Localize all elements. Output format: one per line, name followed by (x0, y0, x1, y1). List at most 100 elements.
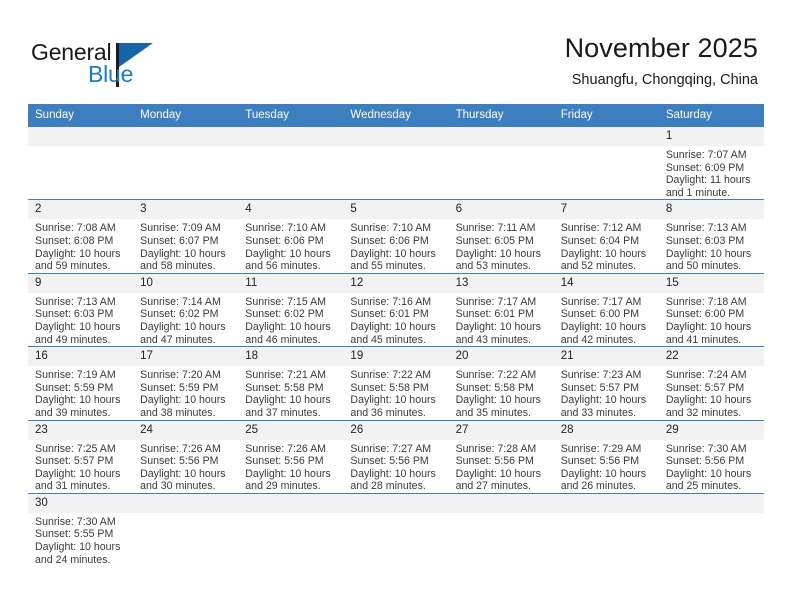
day-number: 1 (658, 127, 764, 146)
daylight-text: Daylight: 10 hours and 49 minutes. (35, 320, 121, 346)
calendar-week-row: 23 Sunrise: 7:25 AM Sunset: 5:57 PM Dayligh… (28, 420, 764, 494)
page-header: General Blue November 2025 Shuangfu, Cho… (0, 0, 792, 104)
calendar-day-cell[interactable]: 29 Sunrise: 7:30 AM Sunset: 5:56 PM Dayligh… (658, 420, 764, 494)
day-number: 22 (658, 347, 764, 367)
calendar-day-cell[interactable]: 3 Sunrise: 7:09 AM Sunset: 6:07 PM Daylight… (133, 199, 239, 274)
daylight-text: Daylight: 10 hours and 58 minutes. (140, 247, 226, 273)
calendar-day-cell[interactable]: 18 Sunrise: 7:21 AM Sunset: 5:58 PM Dayligh… (238, 346, 344, 421)
day-number: 17 (133, 347, 239, 367)
sunrise-text: Sunrise: 7:10 AM (350, 222, 432, 235)
day-details: Sunrise: 7:27 AM Sunset: 5:56 PM Daylight:… (343, 440, 448, 493)
calendar-week-row: 2 Sunrise: 7:08 AM Sunset: 6:08 PM Daylight… (28, 199, 764, 274)
day-number (553, 127, 659, 146)
sunrise-text: Sunrise: 7:30 AM (665, 442, 747, 455)
calendar-day-cell[interactable]: 15 Sunrise: 7:18 AM Sunset: 6:00 PM Dayligh… (658, 273, 764, 348)
calendar-week-row: 30 Sunrise: 7:30 AM Sunset: 5:55 PM Dayligh… (28, 493, 764, 567)
calendar-day-cell[interactable]: 5 Sunrise: 7:10 AM Sunset: 6:06 PM Daylight… (343, 199, 449, 274)
sunset-text: Sunset: 5:56 PM (665, 455, 745, 468)
sunset-text: Sunset: 6:03 PM (35, 308, 114, 321)
sunrise-text: Sunrise: 7:13 AM (35, 295, 116, 308)
calendar-day-cell[interactable]: 30 Sunrise: 7:30 AM Sunset: 5:55 PM Dayligh… (28, 493, 134, 567)
sunrise-text: Sunrise: 7:23 AM (560, 369, 642, 382)
sunset-text: Sunset: 5:58 PM (350, 381, 429, 394)
day-details: Sunrise: 7:24 AM Sunset: 5:57 PM Daylight:… (659, 366, 764, 419)
daylight-text: Daylight: 10 hours and 24 minutes. (35, 541, 121, 566)
sunset-text: Sunset: 6:04 PM (560, 234, 640, 247)
daylight-text: Daylight: 10 hours and 35 minutes. (455, 394, 541, 419)
daylight-text: Daylight: 10 hours and 39 minutes. (35, 394, 121, 419)
calendar-day-cell[interactable]: 10 Sunrise: 7:14 AM Sunset: 6:02 PM Dayligh… (133, 273, 239, 348)
sunset-text: Sunset: 5:55 PM (35, 528, 114, 541)
calendar-day-cell[interactable]: 16 Sunrise: 7:19 AM Sunset: 5:59 PM Dayligh… (28, 346, 134, 421)
calendar-cell-empty (553, 493, 659, 567)
sunrise-text: Sunrise: 7:14 AM (140, 295, 221, 308)
calendar-cell-empty (553, 127, 659, 201)
calendar-day-cell[interactable]: 22 Sunrise: 7:24 AM Sunset: 5:57 PM Dayligh… (658, 346, 764, 421)
calendar-day-cell[interactable]: 20 Sunrise: 7:22 AM Sunset: 5:58 PM Dayligh… (448, 346, 554, 421)
day-details: Sunrise: 7:11 AM Sunset: 6:05 PM Daylight:… (449, 219, 554, 272)
calendar-cell-empty (448, 493, 554, 567)
calendar-day-cell[interactable]: 4 Sunrise: 7:10 AM Sunset: 6:06 PM Daylight… (238, 199, 344, 274)
calendar-day-cell[interactable]: 19 Sunrise: 7:22 AM Sunset: 5:58 PM Dayligh… (343, 346, 449, 421)
day-details: Sunrise: 7:17 AM Sunset: 6:00 PM Daylight:… (554, 293, 659, 346)
generalblue-logo[interactable]: General Blue (31, 39, 201, 91)
calendar-cell-empty (133, 127, 239, 201)
calendar-day-cell[interactable]: 9 Sunrise: 7:13 AM Sunset: 6:03 PM Daylight… (28, 273, 134, 348)
daylight-text: Daylight: 10 hours and 29 minutes. (245, 467, 331, 493)
day-number: 19 (343, 347, 449, 367)
day-number: 16 (28, 347, 134, 367)
sunrise-text: Sunrise: 7:30 AM (35, 515, 116, 528)
day-number (448, 493, 554, 513)
sunrise-text: Sunrise: 7:11 AM (455, 222, 536, 235)
weekday-header-row: Sunday Monday Tuesday Wednesday Thursday… (28, 104, 764, 127)
sunset-text: Sunset: 6:00 PM (560, 308, 640, 321)
calendar-day-cell[interactable]: 11 Sunrise: 7:15 AM Sunset: 6:02 PM Dayligh… (238, 273, 344, 348)
day-details: Sunrise: 7:17 AM Sunset: 6:01 PM Daylight:… (449, 293, 554, 346)
day-details: Sunrise: 7:29 AM Sunset: 5:56 PM Daylight:… (554, 440, 659, 493)
calendar-day-cell[interactable]: 14 Sunrise: 7:17 AM Sunset: 6:00 PM Dayligh… (553, 273, 659, 348)
day-number (238, 493, 344, 513)
sunset-text: Sunset: 6:07 PM (140, 234, 219, 247)
calendar-day-cell[interactable]: 23 Sunrise: 7:25 AM Sunset: 5:57 PM Dayligh… (28, 420, 134, 494)
calendar-week-row: 1 Sunrise: 7:07 AM Sunset: 6:09 PM Daylight… (28, 127, 764, 201)
calendar-day-cell[interactable]: 6 Sunrise: 7:11 AM Sunset: 6:05 PM Daylight… (448, 199, 554, 274)
calendar-day-cell[interactable]: 12 Sunrise: 7:16 AM Sunset: 6:01 PM Dayligh… (343, 273, 449, 348)
weekday-header-friday: Friday (553, 104, 659, 127)
sunset-text: Sunset: 6:03 PM (665, 234, 745, 247)
calendar-day-cell[interactable]: 25 Sunrise: 7:26 AM Sunset: 5:56 PM Dayligh… (238, 420, 344, 494)
calendar-day-cell[interactable]: 1 Sunrise: 7:07 AM Sunset: 6:09 PM Daylight… (658, 127, 764, 201)
calendar-page: General Blue November 2025 Shuangfu, Cho… (0, 0, 792, 612)
calendar-day-cell[interactable]: 26 Sunrise: 7:27 AM Sunset: 5:56 PM Dayligh… (343, 420, 449, 494)
calendar-day-cell[interactable]: 21 Sunrise: 7:23 AM Sunset: 5:57 PM Dayligh… (553, 346, 659, 421)
sunset-text: Sunset: 5:56 PM (245, 455, 324, 468)
day-details: Sunrise: 7:18 AM Sunset: 6:00 PM Daylight:… (659, 293, 764, 346)
daylight-text: Daylight: 10 hours and 25 minutes. (665, 467, 752, 493)
sunrise-text: Sunrise: 7:18 AM (665, 295, 747, 308)
calendar-day-cell[interactable]: 8 Sunrise: 7:13 AM Sunset: 6:03 PM Daylight… (658, 199, 764, 274)
daylight-text: Daylight: 10 hours and 53 minutes. (455, 247, 541, 273)
day-details: Sunrise: 7:25 AM Sunset: 5:57 PM Daylight:… (28, 440, 133, 493)
sunset-text: Sunset: 5:56 PM (350, 455, 429, 468)
sunrise-text: Sunrise: 7:15 AM (245, 295, 326, 308)
day-number: 10 (133, 273, 239, 293)
weekday-header-tuesday: Tuesday (238, 104, 344, 127)
daylight-text: Daylight: 10 hours and 52 minutes. (560, 247, 647, 273)
calendar-day-cell[interactable]: 24 Sunrise: 7:26 AM Sunset: 5:56 PM Dayligh… (133, 420, 239, 494)
day-details: Sunrise: 7:12 AM Sunset: 6:04 PM Daylight:… (554, 219, 659, 272)
calendar-day-cell[interactable]: 2 Sunrise: 7:08 AM Sunset: 6:08 PM Daylight… (28, 199, 134, 274)
calendar-cell-empty (343, 127, 449, 201)
day-number (133, 493, 239, 513)
day-number: 24 (133, 420, 239, 440)
day-details: Sunrise: 7:26 AM Sunset: 5:56 PM Daylight:… (238, 440, 343, 493)
calendar-day-cell[interactable]: 7 Sunrise: 7:12 AM Sunset: 6:04 PM Daylight… (553, 199, 659, 274)
calendar-day-cell[interactable]: 28 Sunrise: 7:29 AM Sunset: 5:56 PM Dayligh… (553, 420, 659, 494)
daylight-text: Daylight: 10 hours and 42 minutes. (560, 320, 647, 346)
day-details: Sunrise: 7:22 AM Sunset: 5:58 PM Daylight:… (343, 366, 448, 419)
day-number: 23 (28, 420, 134, 440)
calendar-day-cell[interactable]: 27 Sunrise: 7:28 AM Sunset: 5:56 PM Dayligh… (448, 420, 554, 494)
weekday-header-sunday: Sunday (28, 104, 134, 127)
sunrise-text: Sunrise: 7:22 AM (350, 369, 432, 382)
calendar-day-cell[interactable]: 17 Sunrise: 7:20 AM Sunset: 5:59 PM Dayligh… (133, 346, 239, 421)
calendar-day-cell[interactable]: 13 Sunrise: 7:17 AM Sunset: 6:01 PM Dayligh… (448, 273, 554, 348)
daylight-text: Daylight: 10 hours and 45 minutes. (350, 320, 436, 346)
